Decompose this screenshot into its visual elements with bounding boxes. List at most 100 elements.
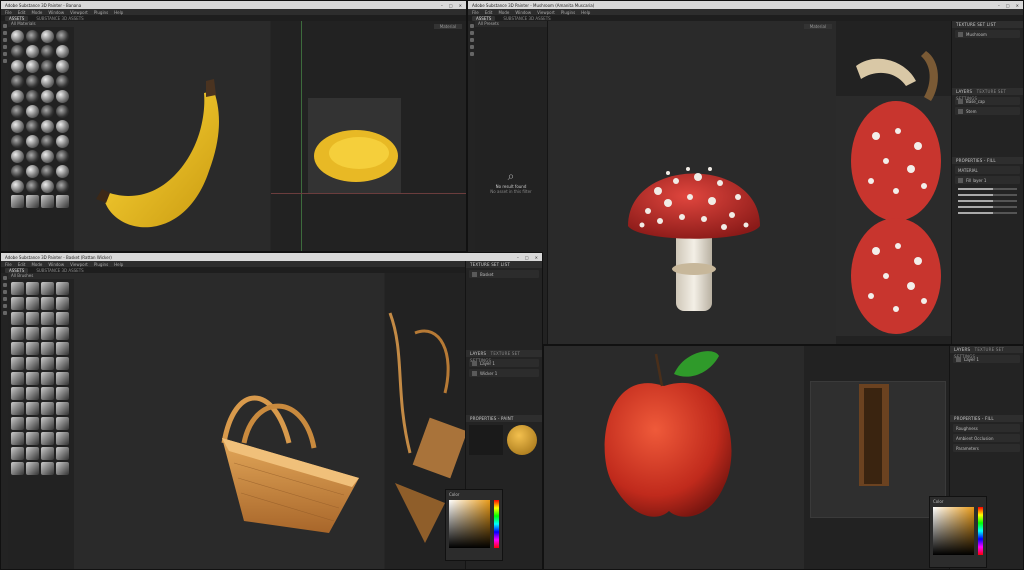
brush-thumb[interactable] <box>56 372 69 385</box>
brush-thumb[interactable] <box>56 417 69 430</box>
material-thumb[interactable] <box>41 180 54 193</box>
close-icon[interactable]: ✕ <box>535 255 538 260</box>
material-thumb[interactable] <box>11 150 24 163</box>
brush-thumb[interactable] <box>26 447 39 460</box>
eye-icon[interactable] <box>958 108 963 114</box>
property-slider[interactable] <box>958 212 1017 214</box>
maximize-icon[interactable]: □ <box>1006 3 1010 8</box>
clone-tool-icon[interactable] <box>2 52 7 56</box>
material-section[interactable]: MATERIAL <box>955 166 1020 174</box>
brush-thumb[interactable] <box>56 297 69 310</box>
brush-tool-icon[interactable] <box>469 24 474 28</box>
smudge-tool-icon[interactable] <box>2 45 7 49</box>
menu-edit[interactable]: Edit <box>485 10 493 15</box>
tab-assets[interactable]: ASSETS <box>5 15 29 21</box>
layer-row[interactable]: Layer 1 <box>469 359 539 367</box>
menu-file[interactable]: File <box>472 10 479 15</box>
tab-assets[interactable]: ASSETS <box>472 15 496 21</box>
property-slider[interactable] <box>958 188 1017 190</box>
viewport-3d[interactable] <box>74 21 270 251</box>
picker-tool-icon[interactable] <box>2 59 7 63</box>
material-thumb[interactable] <box>26 165 39 178</box>
menu-viewport[interactable]: Viewport <box>70 262 88 267</box>
color-square[interactable] <box>449 500 490 548</box>
brush-thumb[interactable] <box>11 372 24 385</box>
material-thumb[interactable] <box>26 30 39 43</box>
material-thumb[interactable] <box>56 150 69 163</box>
material-thumb[interactable] <box>11 45 24 58</box>
brush-thumb[interactable] <box>41 297 54 310</box>
smudge-tool-icon[interactable] <box>2 297 7 301</box>
material-thumb[interactable] <box>11 120 24 133</box>
material-thumb[interactable] <box>11 135 24 148</box>
property-slider[interactable] <box>958 200 1017 202</box>
material-thumb[interactable] <box>11 165 24 178</box>
material-thumb[interactable] <box>26 60 39 73</box>
viewport-2d[interactable]: Material <box>271 21 466 251</box>
brush-thumb[interactable] <box>41 462 54 475</box>
viewport-3d[interactable] <box>74 273 384 569</box>
fill-layer-row[interactable]: Fill layer 1 <box>955 176 1020 184</box>
brush-thumb[interactable] <box>56 402 69 415</box>
eraser-tool-icon[interactable] <box>2 31 7 35</box>
material-thumb[interactable] <box>41 30 54 43</box>
brush-thumb[interactable] <box>56 462 69 475</box>
material-thumb[interactable] <box>26 105 39 118</box>
brush-thumb[interactable] <box>11 447 24 460</box>
menu-help[interactable]: Help <box>114 10 123 15</box>
viewport-2d[interactable] <box>836 21 951 344</box>
menu-plugins[interactable]: Plugins <box>561 10 575 15</box>
menu-viewport[interactable]: Viewport <box>70 10 88 15</box>
brush-thumb[interactable] <box>11 282 24 295</box>
brush-thumb[interactable] <box>26 417 39 430</box>
brush-thumb[interactable] <box>41 312 54 325</box>
brush-thumb[interactable] <box>41 327 54 340</box>
menu-viewport[interactable]: Viewport <box>537 10 555 15</box>
menu-file[interactable]: File <box>5 10 12 15</box>
property-row[interactable]: Roughness <box>953 424 1020 432</box>
brush-thumb[interactable] <box>11 432 24 445</box>
brush-thumb[interactable] <box>41 402 54 415</box>
property-row[interactable]: Parameters <box>953 444 1020 452</box>
clone-tool-icon[interactable] <box>2 304 7 308</box>
brush-thumb[interactable] <box>26 327 39 340</box>
tab-substance-assets[interactable]: SUBSTANCE 3D ASSETS <box>499 16 554 21</box>
material-thumb[interactable] <box>11 60 24 73</box>
brush-thumb[interactable] <box>11 312 24 325</box>
brush-thumb[interactable] <box>26 432 39 445</box>
material-thumb[interactable] <box>26 90 39 103</box>
menu-edit[interactable]: Edit <box>18 262 26 267</box>
material-thumb[interactable] <box>56 90 69 103</box>
brush-thumb[interactable] <box>26 282 39 295</box>
color-picker[interactable]: Color <box>445 489 503 561</box>
brush-thumb[interactable] <box>11 387 24 400</box>
brush-thumb[interactable] <box>56 387 69 400</box>
eye-icon[interactable] <box>958 31 963 37</box>
layer-row[interactable]: Wicker 1 <box>469 369 539 377</box>
brush-thumb[interactable] <box>26 372 39 385</box>
eraser-tool-icon[interactable] <box>469 31 474 35</box>
menu-help[interactable]: Help <box>114 262 123 267</box>
brush-thumb[interactable] <box>41 387 54 400</box>
eye-icon[interactable] <box>472 271 477 277</box>
window-titlebar[interactable]: Adobe Substance 3D Painter - Basket (Rat… <box>1 253 542 261</box>
projection-tool-icon[interactable] <box>469 38 474 42</box>
material-thumb[interactable] <box>26 45 39 58</box>
property-slider[interactable] <box>958 194 1017 196</box>
menu-mode[interactable]: Mode <box>31 262 42 267</box>
smudge-tool-icon[interactable] <box>469 45 474 49</box>
brush-thumb[interactable] <box>56 282 69 295</box>
brush-thumb[interactable] <box>26 357 39 370</box>
brush-thumb[interactable] <box>56 312 69 325</box>
clone-tool-icon[interactable] <box>469 52 474 56</box>
brush-tool-icon[interactable] <box>2 276 7 280</box>
menu-mode[interactable]: Mode <box>31 10 42 15</box>
eye-icon[interactable] <box>956 356 961 362</box>
minimize-icon[interactable]: – <box>998 3 1000 8</box>
menu-file[interactable]: File <box>5 262 12 267</box>
menu-plugins[interactable]: Plugins <box>94 10 108 15</box>
brush-thumb[interactable] <box>56 432 69 445</box>
eraser-tool-icon[interactable] <box>2 283 7 287</box>
viewport-mode-dropdown[interactable]: Material <box>803 24 832 29</box>
eye-icon[interactable] <box>958 98 963 104</box>
